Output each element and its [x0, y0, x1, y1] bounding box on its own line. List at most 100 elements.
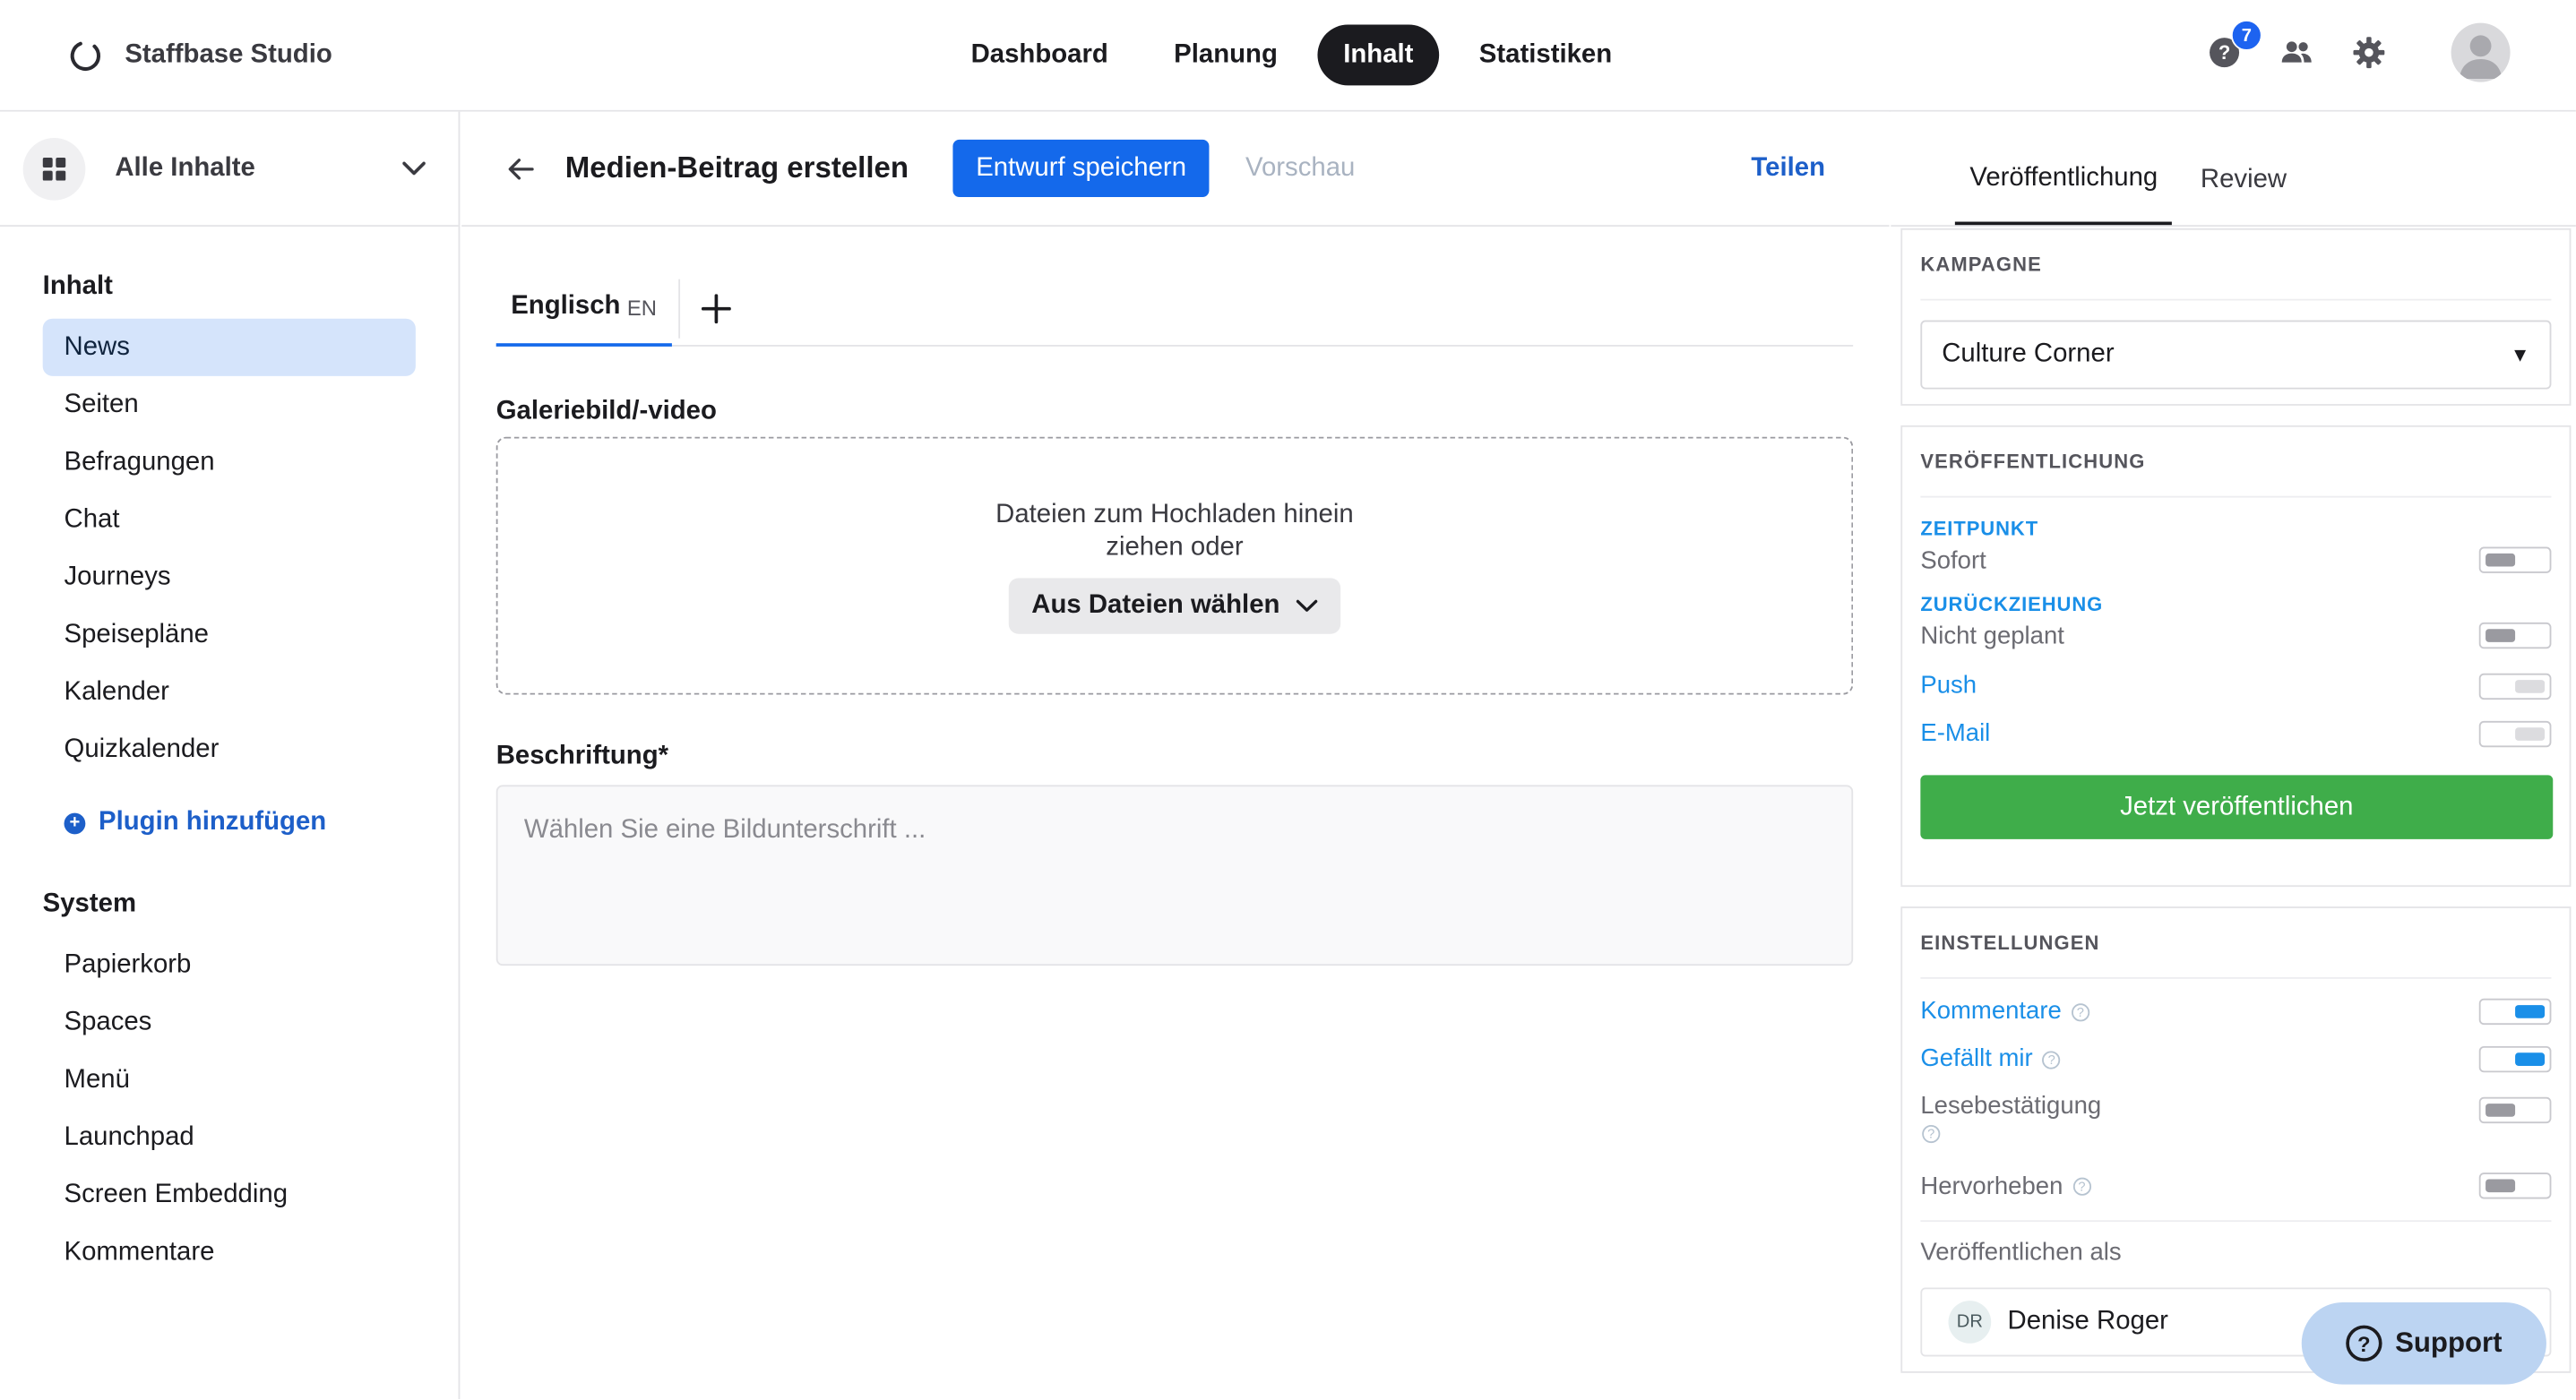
- sidebar-item-news[interactable]: News: [42, 318, 416, 376]
- info-icon[interactable]: ?: [2072, 1177, 2091, 1196]
- add-language-button[interactable]: [680, 271, 753, 346]
- timing-toggle[interactable]: [2478, 546, 2552, 573]
- plus-circle-icon: +: [64, 812, 86, 834]
- highlight-label: Hervorheben: [1920, 1172, 2063, 1200]
- author-name: Denise Roger: [2007, 1307, 2168, 1336]
- author-avatar: DR: [1948, 1301, 1992, 1344]
- likes-toggle[interactable]: [2478, 1045, 2552, 1072]
- campaign-selected-value: Culture Corner: [1942, 339, 2115, 368]
- comments-toggle[interactable]: [2478, 997, 2552, 1025]
- nav-tab-statistiken[interactable]: Statistiken: [1452, 25, 1638, 86]
- main-nav: Dashboard Planung Inhalt Statistiken: [944, 24, 1638, 86]
- read-receipt-row: Lesebestätigung ?: [1920, 1082, 2552, 1161]
- sidebar-item-journeys[interactable]: Journeys: [43, 548, 416, 606]
- tab-veroeffentlichung[interactable]: Veröffentlichung: [1954, 134, 2173, 226]
- caption-input[interactable]: [495, 785, 1854, 966]
- read-receipt-toggle[interactable]: [2478, 1096, 2552, 1124]
- arrow-left-icon: [508, 158, 534, 179]
- top-icons: ? 7: [2208, 20, 2511, 82]
- user-silhouette-icon: [2459, 35, 2503, 80]
- sidebar-item-menue[interactable]: Menü: [43, 1051, 416, 1108]
- publish-now-button[interactable]: Jetzt veröffentlichen: [1920, 775, 2554, 839]
- campaign-card: KAMPAGNE Culture Corner ▼: [1900, 228, 2572, 406]
- sidebar-item-speiseplaene[interactable]: Speisepläne: [43, 606, 416, 664]
- gallery-field-label: Galeriebild/-video: [495, 397, 717, 425]
- chevron-down-icon: [402, 161, 426, 176]
- info-icon[interactable]: ?: [2042, 1050, 2061, 1069]
- save-draft-button[interactable]: Entwurf speichern: [952, 139, 1210, 198]
- user-avatar[interactable]: [2451, 22, 2511, 82]
- comments-label: Kommentare: [1920, 996, 2062, 1026]
- highlight-toggle[interactable]: [2478, 1172, 2552, 1199]
- gear-icon: [2353, 37, 2385, 69]
- sidebar-item-seiten[interactable]: Seiten: [43, 376, 416, 434]
- info-icon[interactable]: ?: [1922, 1124, 1941, 1144]
- support-button[interactable]: ? Support: [2301, 1301, 2546, 1385]
- sidebar-item-befragungen[interactable]: Befragungen: [43, 434, 416, 491]
- language-tab-code: EN: [626, 295, 657, 320]
- sidebar-item-papierkorb[interactable]: Papierkorb: [43, 936, 416, 993]
- nav-tab-inhalt[interactable]: Inhalt: [1316, 24, 1440, 86]
- choose-files-button[interactable]: Aus Dateien wählen: [1008, 577, 1341, 633]
- content-section-title: Inhalt: [42, 272, 113, 301]
- sidebar-item-launchpad[interactable]: Launchpad: [43, 1109, 416, 1166]
- comments-row: Kommentare?: [1920, 987, 2552, 1035]
- sidebar-item-kommentare[interactable]: Kommentare: [43, 1224, 416, 1281]
- help-circle-icon: ?: [2346, 1325, 2382, 1361]
- nav-tab-dashboard[interactable]: Dashboard: [944, 25, 1134, 86]
- choose-files-label: Aus Dateien wählen: [1031, 590, 1280, 619]
- sidebar-item-chat[interactable]: Chat: [43, 491, 416, 548]
- settings-card-title: EINSTELLUNGEN: [1920, 908, 2552, 979]
- tab-language-english[interactable]: Englisch EN: [495, 271, 672, 346]
- nav-tab-planung[interactable]: Planung: [1148, 25, 1304, 86]
- highlight-row: Hervorheben?: [1920, 1161, 2552, 1210]
- caption-field-label: Beschriftung*: [495, 742, 669, 770]
- add-plugin-label: Plugin hinzufügen: [99, 808, 327, 837]
- settings-button[interactable]: [2353, 36, 2386, 69]
- tab-review[interactable]: Review: [2185, 134, 2301, 225]
- add-plugin-link[interactable]: + Plugin hinzufügen: [64, 808, 459, 837]
- sidebar-item-quizkalender[interactable]: Quizkalender: [43, 721, 416, 778]
- back-button[interactable]: [508, 155, 534, 181]
- campaign-select[interactable]: Culture Corner ▼: [1920, 320, 2552, 390]
- grid-icon: [22, 137, 86, 200]
- sidebar-item-spaces[interactable]: Spaces: [43, 993, 416, 1051]
- editor: Medien-Beitrag erstellen Entwurf speiche…: [461, 111, 1890, 1400]
- email-row: E-Mail: [1920, 709, 2552, 757]
- email-toggle[interactable]: [2478, 719, 2552, 747]
- withdrawal-row: Nicht geplant: [1920, 616, 2552, 656]
- publish-panel: Veröffentlichung Review KAMPAGNE Culture…: [1891, 111, 2576, 1400]
- publication-card-title: VERÖFFENTLICHUNG: [1920, 427, 2552, 498]
- push-toggle[interactable]: [2478, 672, 2552, 700]
- timing-title: ZEITPUNKT: [1920, 517, 2039, 541]
- share-button[interactable]: Teilen: [1751, 154, 1825, 184]
- help-button[interactable]: ? 7: [2208, 20, 2262, 69]
- chevron-down-icon: [1296, 598, 1318, 611]
- sidebar-item-screen-embedding[interactable]: Screen Embedding: [43, 1166, 416, 1224]
- staffbase-logo-icon: [70, 41, 101, 72]
- sidebar: Alle Inhalte Inhalt News Seiten Befragun…: [0, 111, 461, 1400]
- preview-button[interactable]: Vorschau: [1245, 153, 1355, 183]
- withdrawal-title: ZURÜCKZIEHUNG: [1920, 592, 2104, 616]
- withdrawal-value: Nicht geplant: [1920, 621, 2064, 650]
- media-dropzone[interactable]: Dateien zum Hochladen hinein ziehen oder…: [495, 436, 1854, 695]
- publication-card: VERÖFFENTLICHUNG ZEITPUNKT Sofort ZURÜCK…: [1900, 425, 2572, 888]
- brand[interactable]: Staffbase Studio: [69, 36, 332, 75]
- sidebar-item-kalender[interactable]: Kalender: [43, 664, 416, 721]
- push-label: Push: [1920, 671, 1977, 700]
- panel-tabs: Veröffentlichung Review: [1891, 112, 2576, 228]
- content-switcher-label: Alle Inhalte: [115, 153, 255, 182]
- caret-down-icon: ▼: [2510, 343, 2530, 366]
- app-window: Staffbase Studio Dashboard Planung Inhal…: [0, 0, 2576, 1400]
- system-section-title: System: [42, 889, 137, 918]
- people-button[interactable]: [2280, 36, 2313, 69]
- timing-row: Sofort: [1920, 540, 2552, 580]
- settings-divider: [1920, 1220, 2552, 1223]
- withdrawal-toggle[interactable]: [2478, 622, 2552, 649]
- support-label: Support: [2395, 1327, 2503, 1359]
- read-receipt-label: Lesebestätigung: [1920, 1092, 2102, 1121]
- content-switcher[interactable]: Alle Inhalte: [0, 112, 459, 228]
- campaign-card-title: KAMPAGNE: [1920, 230, 2552, 301]
- info-icon[interactable]: ?: [2071, 1002, 2089, 1021]
- likes-row: Gefällt mir?: [1920, 1035, 2552, 1082]
